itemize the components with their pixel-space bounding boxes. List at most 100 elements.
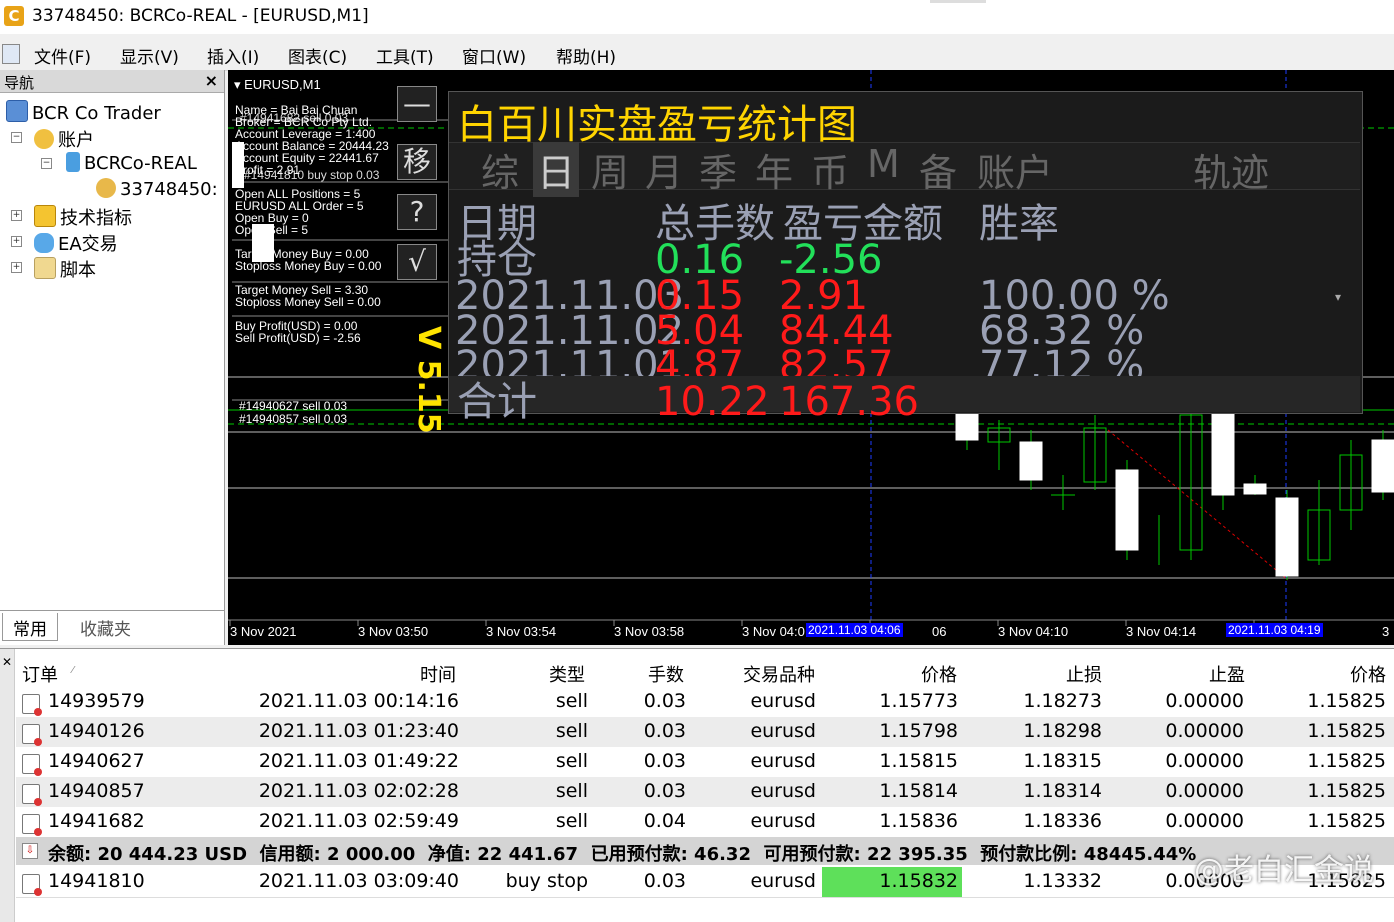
info-stoploss-sell: Stoploss Money Sell = 0.00 <box>235 295 381 309</box>
tree-account-number[interactable]: 33748450: <box>96 178 218 200</box>
tab-m[interactable]: M <box>867 142 900 186</box>
tab-currency[interactable]: 币 <box>811 142 849 197</box>
col-symbol[interactable]: 交易品种 <box>743 661 815 687</box>
col-type[interactable]: 类型 <box>549 661 585 687</box>
tab-week[interactable]: 周 <box>591 142 629 197</box>
tab-account[interactable]: 账户 <box>977 142 1053 197</box>
tree-experts[interactable]: EA交易 <box>34 230 118 256</box>
cell-type: sell <box>555 780 588 802</box>
menu-tools[interactable]: 工具(T) <box>376 43 434 68</box>
menu-file[interactable]: 文件(F) <box>34 43 91 68</box>
tree-accounts-label: 账户 <box>58 130 94 151</box>
tree-indicators[interactable]: 技术指标 <box>34 204 132 230</box>
server-icon <box>66 152 80 172</box>
col-order[interactable]: 订单 <box>22 661 58 687</box>
chart-symbol-label[interactable]: ▾ EURUSD,M1 <box>234 77 321 93</box>
cell-type: sell <box>555 810 588 832</box>
expand-icon[interactable]: + <box>11 210 22 221</box>
tab-day[interactable]: 日 <box>533 142 580 197</box>
stats-panel: 白百川实盘盈亏统计图 综 日 周 月 季 年 币 M 备 账户 轨迹 日期 总手… <box>448 91 1363 422</box>
tab-month[interactable]: 月 <box>645 142 683 197</box>
menu-chart[interactable]: 图表(C) <box>288 43 347 68</box>
cell-price: 1.15836 <box>879 810 958 832</box>
x-tick-label: 3 Nov 03:54 <box>486 624 557 639</box>
cell-symbol: eurusd <box>750 810 816 832</box>
sell-order-icon <box>22 694 42 716</box>
cell-cur: 1.15825 <box>1307 750 1386 772</box>
cell-time: 2021.11.03 01:49:22 <box>258 750 459 772</box>
col-price[interactable]: 价格 <box>921 661 957 687</box>
table-row[interactable]: 14940126 2021.11.03 01:23:40 sell 0.03 eurus… <box>16 717 1394 748</box>
cell-lots: 0.03 <box>643 870 686 892</box>
tab-year[interactable]: 年 <box>755 142 793 197</box>
table-header: 订单 ⁄ 时间 类型 手数 交易品种 价格 止损 止盈 价格 <box>16 653 1394 688</box>
sell-order-icon <box>22 784 42 806</box>
expand-icon[interactable]: + <box>11 236 22 247</box>
tree-experts-label: EA交易 <box>58 234 118 255</box>
tree-scripts[interactable]: 脚本 <box>34 256 96 282</box>
table-row[interactable]: 14939579 2021.11.03 00:14:16 sell 0.03 eurus… <box>16 687 1394 718</box>
cell-order: 14940857 <box>48 780 145 802</box>
table-row[interactable]: 14941682 2021.11.03 02:59:49 sell 0.04 eurus… <box>16 807 1394 838</box>
col-lots[interactable]: 手数 <box>648 661 684 687</box>
pending-order-icon <box>22 874 42 896</box>
tree-root[interactable]: BCR Co Trader <box>6 100 161 124</box>
menu-insert[interactable]: 插入(I) <box>207 43 259 68</box>
x-crosshair-label: 2021.11.03 04:19 <box>1226 623 1323 637</box>
tree-server[interactable]: BCRCo-REAL <box>66 152 197 174</box>
menu-bar: 文件(F) 显示(V) 插入(I) 图表(C) 工具(T) 窗口(W) 帮助(H… <box>0 36 1394 71</box>
window-grip <box>930 0 986 3</box>
cell-price: 1.15815 <box>879 750 958 772</box>
cell-tp: 0.00000 <box>1165 720 1244 742</box>
cell-symbol: eurusd <box>750 870 816 892</box>
cell-cur: 1.15825 <box>1307 720 1386 742</box>
cell-lots: 0.04 <box>643 810 686 832</box>
cell-price: 1.15832 <box>879 870 958 892</box>
tree-scripts-label: 脚本 <box>60 260 96 281</box>
col-time[interactable]: 时间 <box>420 661 456 687</box>
indicator-icon <box>34 205 56 227</box>
col-sl[interactable]: 止损 <box>1066 661 1102 687</box>
cell-type: sell <box>555 750 588 772</box>
table-row[interactable]: 14940627 2021.11.03 01:49:22 sell 0.03 eurus… <box>16 747 1394 778</box>
expand-icon[interactable]: + <box>11 262 22 273</box>
menu-window[interactable]: 窗口(W) <box>462 43 526 68</box>
white-marker <box>252 224 274 262</box>
app-logo-icon: C <box>4 6 24 26</box>
cell-order: 14940627 <box>48 750 145 772</box>
scroll-down-icon[interactable]: ▾ <box>1335 290 1341 304</box>
cell-order: 14940126 <box>48 720 145 742</box>
tab-common[interactable]: 常用 <box>2 613 58 641</box>
tree-accounts[interactable]: 账户 <box>34 126 94 152</box>
tab-favorites[interactable]: 收藏夹 <box>70 613 141 641</box>
close-icon[interactable]: × <box>205 71 218 90</box>
cell-cur: 1.15825 <box>1307 810 1386 832</box>
cell-price: 1.15773 <box>879 690 958 712</box>
cell-symbol: eurusd <box>750 690 816 712</box>
tab-quarter[interactable]: 季 <box>699 142 737 197</box>
collapse-icon[interactable]: − <box>41 158 52 169</box>
col-current-price[interactable]: 价格 <box>1350 661 1386 687</box>
col-tp[interactable]: 止盈 <box>1209 661 1245 687</box>
minimize-button[interactable]: — <box>397 86 437 122</box>
tab-track[interactable]: 轨迹 <box>1193 142 1269 197</box>
tab-summary[interactable]: 综 <box>481 142 519 197</box>
menu-help[interactable]: 帮助(H) <box>556 43 616 68</box>
move-button[interactable]: 移 <box>397 144 437 180</box>
menu-view[interactable]: 显示(V) <box>120 43 179 68</box>
navigator-panel: 导航 × BCR Co Trader − 账户 − BCRCo-REAL 337… <box>0 70 225 645</box>
close-icon[interactable]: ✕ <box>2 655 12 669</box>
x-crosshair-label: 2021.11.03 04:06 <box>806 623 903 637</box>
pending-order-row[interactable]: 14941810 2021.11.03 03:09:40 buy stop 0.… <box>16 867 1394 898</box>
confirm-button[interactable]: √ <box>397 244 437 280</box>
cell-tp: 0.00000 <box>1165 690 1244 712</box>
x-tick-label: 3 Nov 2021 <box>230 624 297 639</box>
cell-sl: 1.13332 <box>1023 870 1102 892</box>
collapse-icon[interactable]: − <box>11 132 22 143</box>
tab-backup[interactable]: 备 <box>919 142 957 197</box>
help-button[interactable]: ? <box>397 194 437 230</box>
table-row[interactable]: 14940857 2021.11.03 02:02:28 sell 0.03 eurus… <box>16 777 1394 808</box>
tree-indicators-label: 技术指标 <box>60 208 132 229</box>
cell-lots: 0.03 <box>643 780 686 802</box>
navigator-header: 导航 × <box>0 70 224 93</box>
